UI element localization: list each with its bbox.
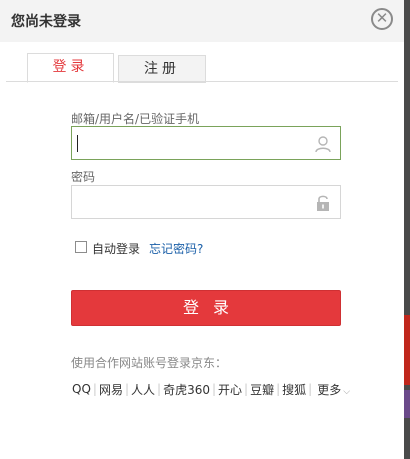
partner-sohu[interactable]: 搜狐 xyxy=(281,381,307,398)
auto-login-checkbox[interactable] xyxy=(75,241,87,253)
partner-kaixin[interactable]: 开心 xyxy=(217,381,243,398)
partner-separator: | xyxy=(308,382,313,396)
partner-qihoo360[interactable]: 奇虎360 xyxy=(162,381,211,398)
password-field[interactable] xyxy=(71,185,341,219)
background-purple-strip xyxy=(404,390,410,418)
partner-renren[interactable]: 人人 xyxy=(130,381,156,398)
chevron-down-icon: ⌵ xyxy=(343,386,351,397)
tab-register[interactable]: 注册 xyxy=(118,55,206,83)
tab-login[interactable]: 登录 xyxy=(27,53,114,83)
text-caret xyxy=(77,135,78,152)
background-page-edge xyxy=(404,0,410,459)
close-button[interactable]: ✕ xyxy=(371,8,393,30)
tab-login-label: 登录 xyxy=(52,59,89,75)
close-icon: ✕ xyxy=(375,9,389,27)
username-label: 邮箱/用户名/已验证手机 xyxy=(71,112,200,126)
more-partners-label: 更多 xyxy=(317,382,342,397)
forgot-password-link[interactable]: 忘记密码? xyxy=(149,240,203,257)
partner-login-tip: 使用合作网站账号登录京东： xyxy=(71,356,228,370)
login-button-label: 登录 xyxy=(182,298,243,317)
user-icon xyxy=(315,136,331,153)
lock-icon xyxy=(317,195,329,211)
username-input[interactable] xyxy=(78,131,306,155)
password-label: 密码 xyxy=(71,170,96,184)
tabs-divider xyxy=(6,81,398,82)
background-red-strip xyxy=(404,315,410,385)
partner-douban[interactable]: 豆瓣 xyxy=(249,381,275,398)
dialog-header: 您尚未登录 ✕ xyxy=(0,0,404,42)
username-field[interactable] xyxy=(71,126,341,160)
partner-list: QQ | 网易 | 人人 | 奇虎360 | 开心 | 豆瓣 | 搜狐 | 更多… xyxy=(71,381,350,397)
partner-qq[interactable]: QQ xyxy=(71,382,92,396)
dialog-title: 您尚未登录 xyxy=(11,14,81,30)
page: 您尚未登录 ✕ 登录 注册 邮箱/用户名/已验证手机 密码 自动登录 忘记密码?… xyxy=(0,0,410,459)
login-dialog: 您尚未登录 ✕ 登录 注册 邮箱/用户名/已验证手机 密码 自动登录 忘记密码?… xyxy=(0,0,404,459)
auto-login-label: 自动登录 xyxy=(92,242,141,256)
more-partners-button[interactable]: 更多 ⌵ xyxy=(317,381,350,398)
tab-register-label: 注册 xyxy=(144,61,180,77)
password-input[interactable] xyxy=(78,190,306,214)
partner-netease[interactable]: 网易 xyxy=(98,381,124,398)
login-button[interactable]: 登录 xyxy=(71,290,341,326)
